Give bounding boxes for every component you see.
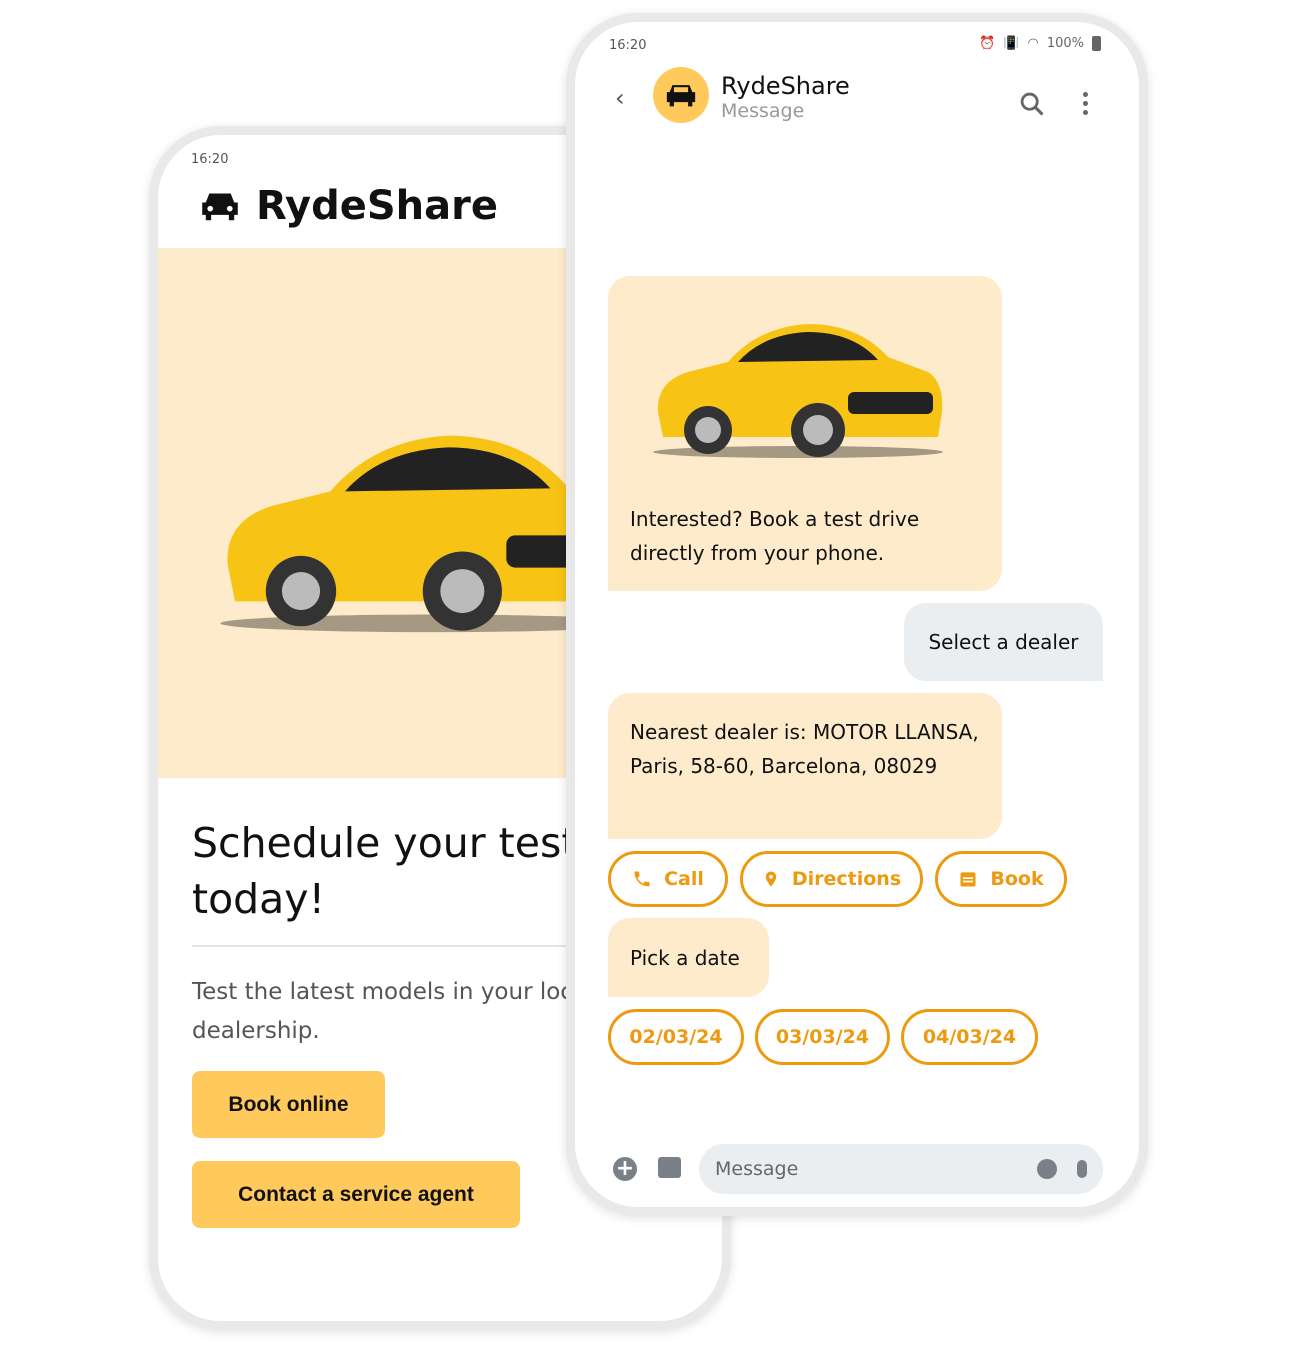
user-message: Select a dealer: [904, 603, 1103, 681]
date-chip[interactable]: 04/03/24: [901, 1009, 1038, 1065]
date-chip[interactable]: 02/03/24: [608, 1009, 744, 1065]
back-button[interactable]: ‹: [615, 84, 625, 112]
chat-phone: 16:20 ⏰ 📳 ◠ 100% ‹ RydeShare Message Int…: [566, 13, 1148, 1216]
chip-label: Call: [664, 868, 704, 890]
car-photo: [648, 312, 948, 462]
chat-title: RydeShare: [721, 72, 850, 100]
alarm-icon: ⏰: [979, 36, 996, 51]
search-icon[interactable]: [1018, 90, 1046, 118]
chat-subtitle: Message: [721, 100, 805, 122]
calendar-icon: [960, 872, 976, 887]
battery-level: 100%: [1046, 36, 1084, 51]
vibrate-icon: 📳: [1003, 36, 1020, 51]
message-rich-card: Interested? Book a test drive directly f…: [608, 276, 1002, 591]
status-icons: ⏰ 📳 ◠ 100%: [979, 36, 1101, 51]
message-text: Interested? Book a test drive directly f…: [630, 507, 920, 565]
call-chip[interactable]: Call: [608, 851, 728, 907]
message-input[interactable]: Message: [699, 1144, 1103, 1194]
date-chip[interactable]: 03/03/24: [755, 1009, 890, 1065]
divider: [192, 945, 592, 947]
message-bubble: Pick a date: [608, 918, 769, 997]
body-line: Test the latest models in your local: [192, 979, 594, 1005]
message-bubble: Nearest dealer is: MOTOR LLANSA, Paris, …: [608, 693, 1002, 839]
phone-icon: [634, 871, 650, 887]
contact-agent-button[interactable]: Contact a service agent: [192, 1161, 520, 1228]
car-icon: [202, 193, 238, 221]
book-chip[interactable]: Book: [935, 851, 1067, 907]
more-options-icon[interactable]: [1083, 92, 1089, 115]
emoji-icon[interactable]: [1037, 1159, 1057, 1179]
add-icon[interactable]: +: [613, 1157, 637, 1181]
status-time: 16:20: [191, 152, 229, 167]
directions-chip[interactable]: Directions: [740, 851, 923, 907]
map-pin-icon: [765, 871, 777, 887]
microphone-icon[interactable]: [1077, 1160, 1087, 1178]
chip-label: Book: [990, 868, 1044, 890]
battery-icon: [1092, 36, 1101, 51]
status-time: 16:20: [609, 38, 647, 53]
app-header: RydeShare: [198, 183, 498, 229]
car-icon: [666, 85, 696, 107]
input-placeholder: Message: [715, 1158, 799, 1180]
avatar: [653, 67, 709, 123]
wifi-icon: ◠: [1027, 36, 1039, 51]
book-online-button[interactable]: Book online: [192, 1071, 385, 1138]
body-line: dealership.: [192, 1018, 320, 1044]
image-icon[interactable]: [658, 1157, 681, 1178]
body-text: Test the latest models in your local dea…: [192, 973, 593, 1051]
brand-name: RydeShare: [256, 183, 498, 229]
chip-label: Directions: [791, 868, 902, 890]
